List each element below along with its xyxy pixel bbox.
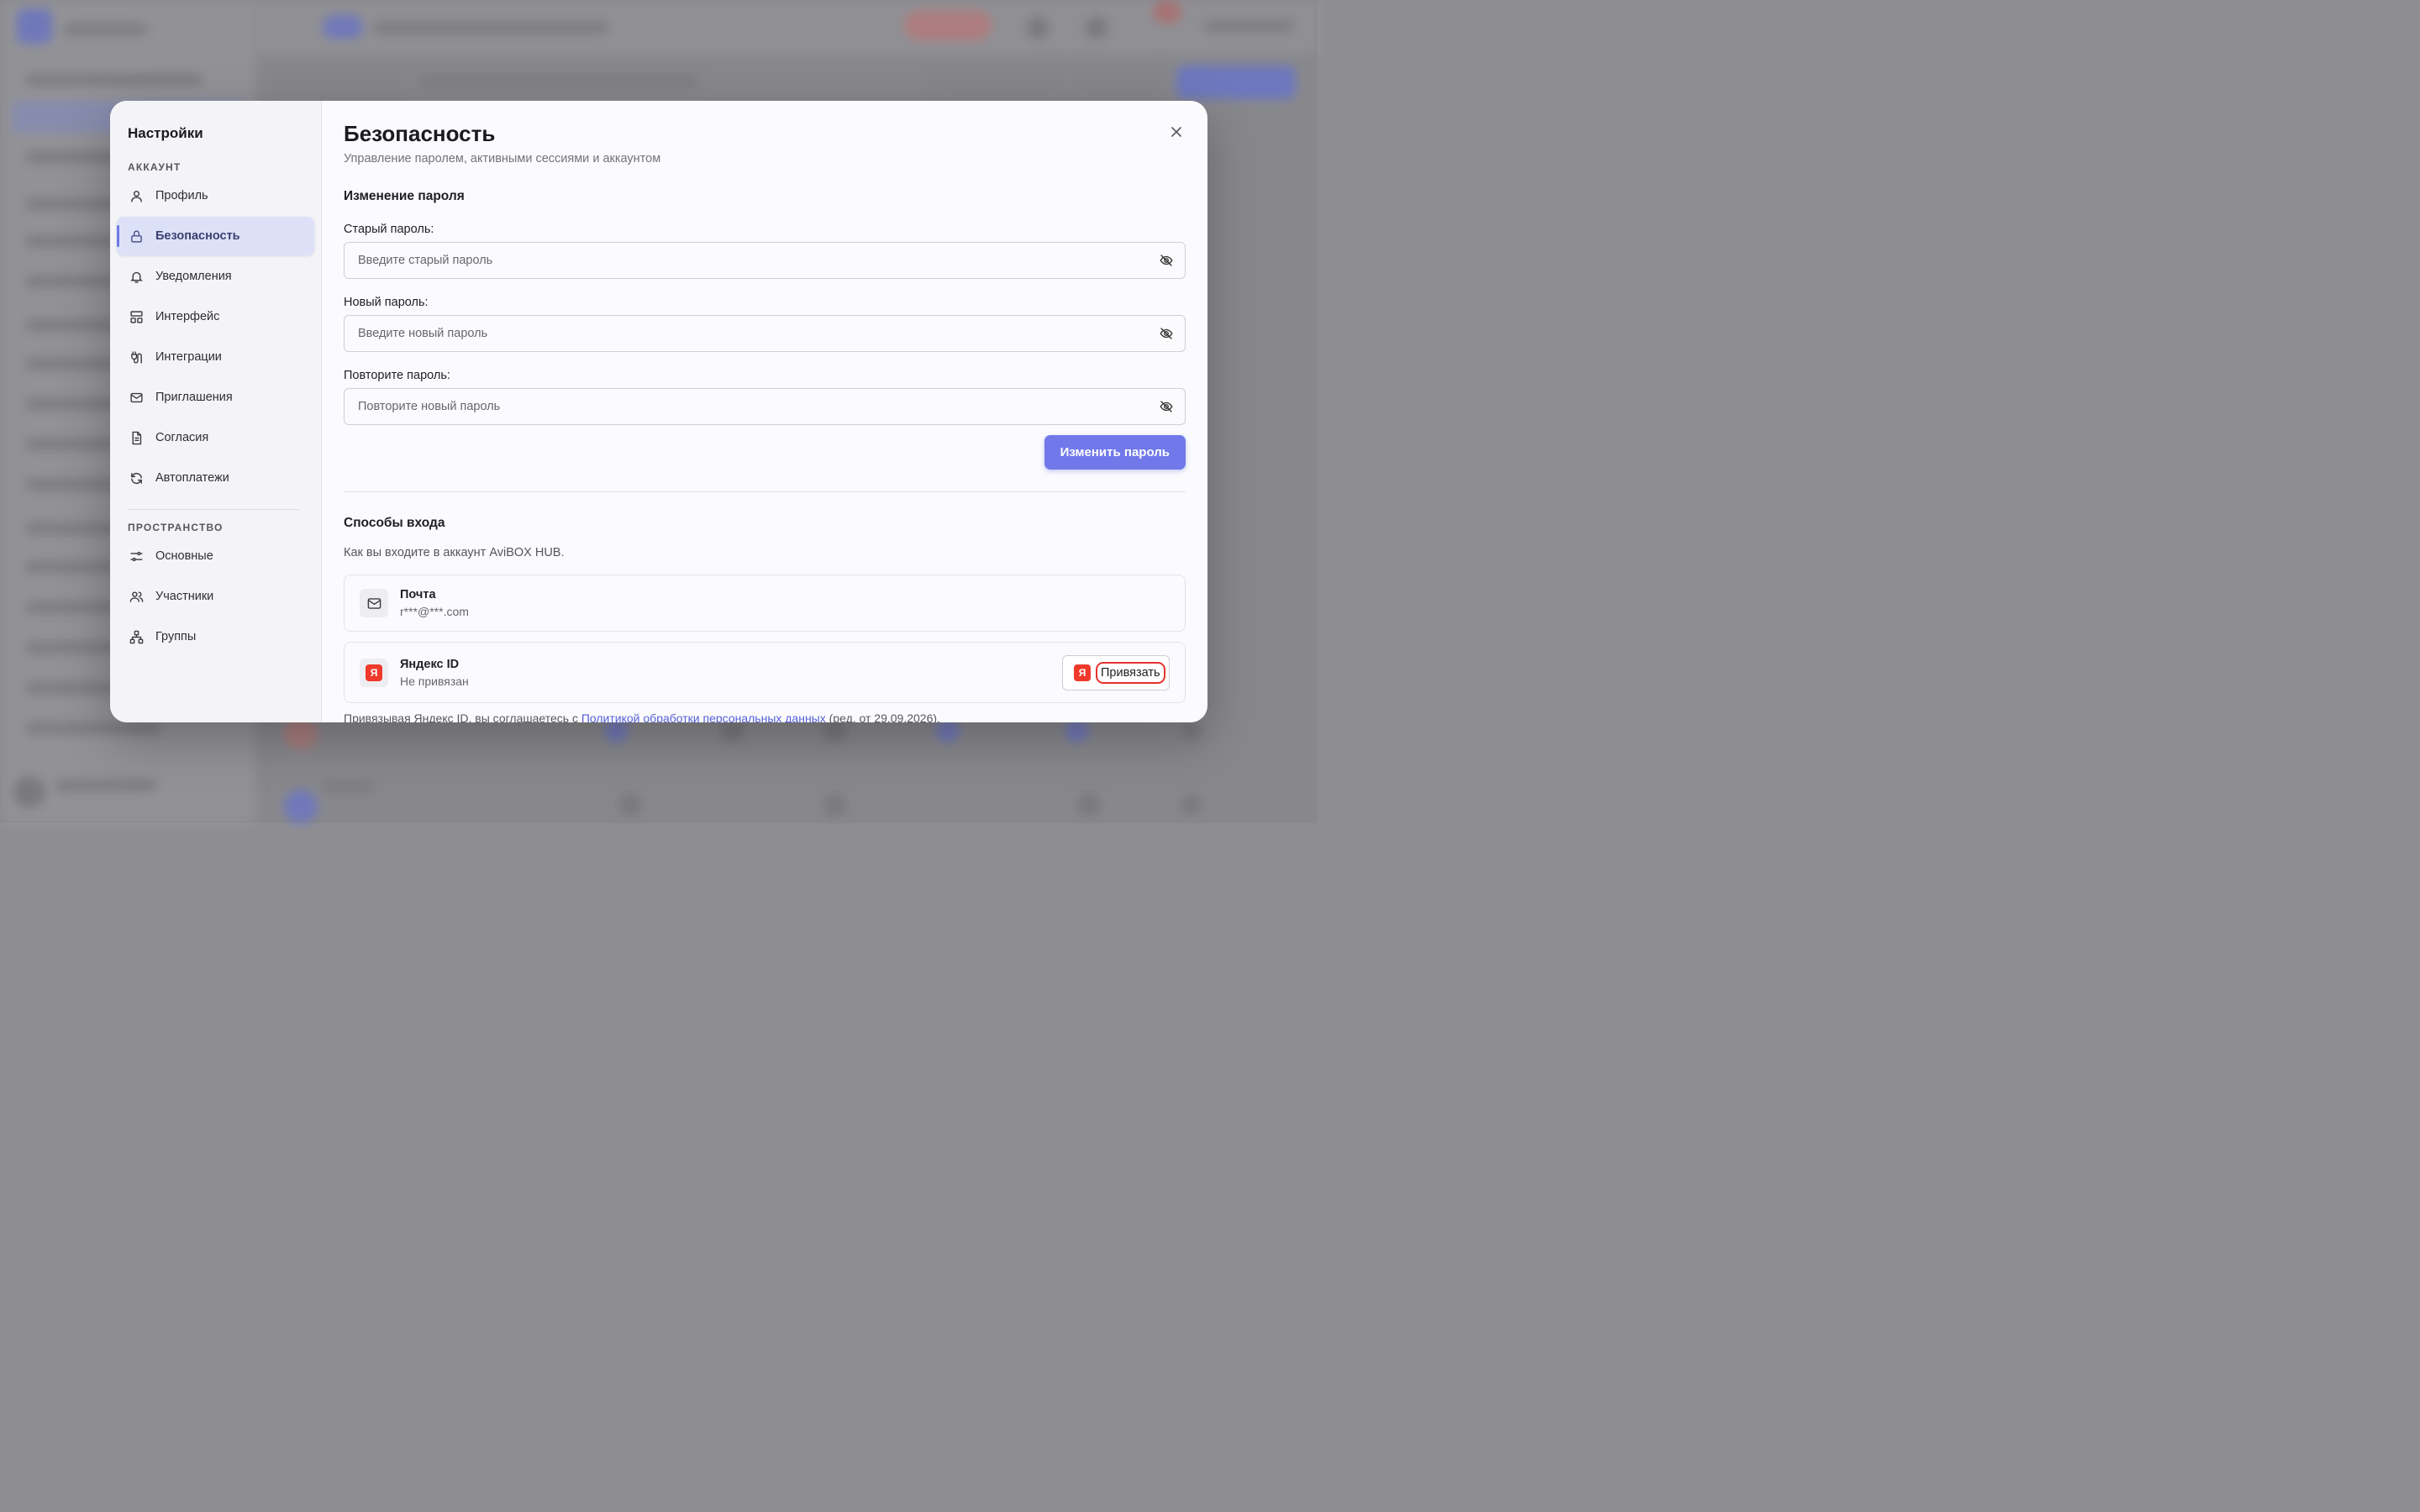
sliders-icon xyxy=(129,549,144,564)
nav-item-label: Безопасность xyxy=(155,229,240,243)
nav-item-autopayments[interactable]: Автоплатежи xyxy=(117,459,314,497)
nav-item-interface[interactable]: Интерфейс xyxy=(117,297,314,336)
consent-text: Привязывая Яндекс ID, вы соглашаетесь с … xyxy=(344,711,940,722)
nav-item-label: Основные xyxy=(155,549,213,563)
email-method-title: Почта xyxy=(400,588,436,601)
nav-item-members[interactable]: Участники xyxy=(117,577,314,616)
yandex-method-status: Не привязан xyxy=(400,674,469,688)
page-subtitle: Управление паролем, активными сессиями и… xyxy=(344,152,661,165)
old-password-label: Старый пароль: xyxy=(344,223,434,236)
consent-suffix: (ред. от 29.09.2026). xyxy=(825,711,940,722)
nav-item-consents[interactable]: Согласия xyxy=(117,418,314,457)
section-account-heading: АККАУНТ xyxy=(128,161,182,173)
new-password-input[interactable] xyxy=(358,327,1158,340)
security-content: Безопасность Управление паролем, активны… xyxy=(322,101,1207,722)
section-space-heading: ПРОСТРАНСТВО xyxy=(128,522,224,533)
refresh-icon xyxy=(129,470,144,486)
nav-item-groups[interactable]: Группы xyxy=(117,617,314,656)
nav-item-label: Группы xyxy=(155,630,197,643)
eye-off-icon[interactable] xyxy=(1158,252,1175,269)
repeat-password-label: Повторите пароль: xyxy=(344,369,450,382)
user-icon xyxy=(129,188,144,203)
nav-item-label: Профиль xyxy=(155,189,208,202)
login-methods-description: Как вы входите в аккаунт AviBOX HUB. xyxy=(344,546,565,559)
nav-item-label: Приглашения xyxy=(155,391,233,404)
consent-prefix: Привязывая Яндекс ID, вы соглашаетесь с xyxy=(344,711,581,722)
nav-item-notifications[interactable]: Уведомления xyxy=(117,257,314,296)
mail-icon xyxy=(129,390,144,405)
section-divider xyxy=(344,491,1186,492)
new-password-label: Новый пароль: xyxy=(344,296,429,309)
repeat-password-field[interactable] xyxy=(344,388,1186,425)
nav-item-security[interactable]: Безопасность xyxy=(117,217,314,255)
link-yandex-button[interactable]: Я Привязать xyxy=(1062,655,1170,690)
plug-icon xyxy=(129,349,144,365)
yandex-logo-icon: Я xyxy=(360,658,388,687)
settings-nav: Настройки АККАУНТ Профиль Безопасность У… xyxy=(110,101,322,722)
hierarchy-icon xyxy=(129,629,144,644)
nav-item-label: Автоплатежи xyxy=(155,471,229,485)
eye-off-icon[interactable] xyxy=(1158,325,1175,342)
login-method-email: Почта r***@***.com xyxy=(344,575,1186,632)
eye-off-icon[interactable] xyxy=(1158,398,1175,415)
nav-item-invitations[interactable]: Приглашения xyxy=(117,378,314,417)
layout-icon xyxy=(129,309,144,324)
document-icon xyxy=(129,430,144,445)
old-password-input[interactable] xyxy=(358,254,1158,267)
nav-item-integrations[interactable]: Интеграции xyxy=(117,338,314,376)
settings-title: Настройки xyxy=(128,125,203,141)
nav-item-label: Интеграции xyxy=(155,350,222,364)
login-methods-heading: Способы входа xyxy=(344,516,445,530)
mail-icon xyxy=(360,589,388,617)
bell-icon xyxy=(129,269,144,284)
change-password-button[interactable]: Изменить пароль xyxy=(1044,435,1186,470)
lock-icon xyxy=(129,228,144,244)
nav-item-general[interactable]: Основные xyxy=(117,537,314,575)
link-yandex-label: Привязать xyxy=(1096,662,1165,684)
yandex-logo-icon: Я xyxy=(1074,664,1091,681)
nav-item-profile[interactable]: Профиль xyxy=(117,176,314,215)
privacy-policy-link[interactable]: Политикой обработки персональных данных xyxy=(581,711,826,722)
yandex-badge: Я xyxy=(366,664,382,681)
nav-divider xyxy=(128,509,299,510)
nav-item-label: Согласия xyxy=(155,431,209,444)
users-icon xyxy=(129,589,144,604)
page-title: Безопасность xyxy=(344,121,496,146)
change-password-heading: Изменение пароля xyxy=(344,189,465,203)
settings-modal: Настройки АККАУНТ Профиль Безопасность У… xyxy=(110,101,1207,722)
nav-item-label: Участники xyxy=(155,590,214,603)
close-button[interactable] xyxy=(1167,123,1186,141)
email-method-value: r***@***.com xyxy=(400,605,469,618)
nav-item-label: Интерфейс xyxy=(155,310,220,323)
nav-item-label: Уведомления xyxy=(155,270,232,283)
old-password-field[interactable] xyxy=(344,242,1186,279)
repeat-password-input[interactable] xyxy=(358,400,1158,413)
login-method-yandex: Я Яндекс ID Не привязан Я Привязать xyxy=(344,642,1186,703)
new-password-field[interactable] xyxy=(344,315,1186,352)
yandex-method-title: Яндекс ID xyxy=(400,657,460,671)
close-icon xyxy=(1171,127,1181,137)
